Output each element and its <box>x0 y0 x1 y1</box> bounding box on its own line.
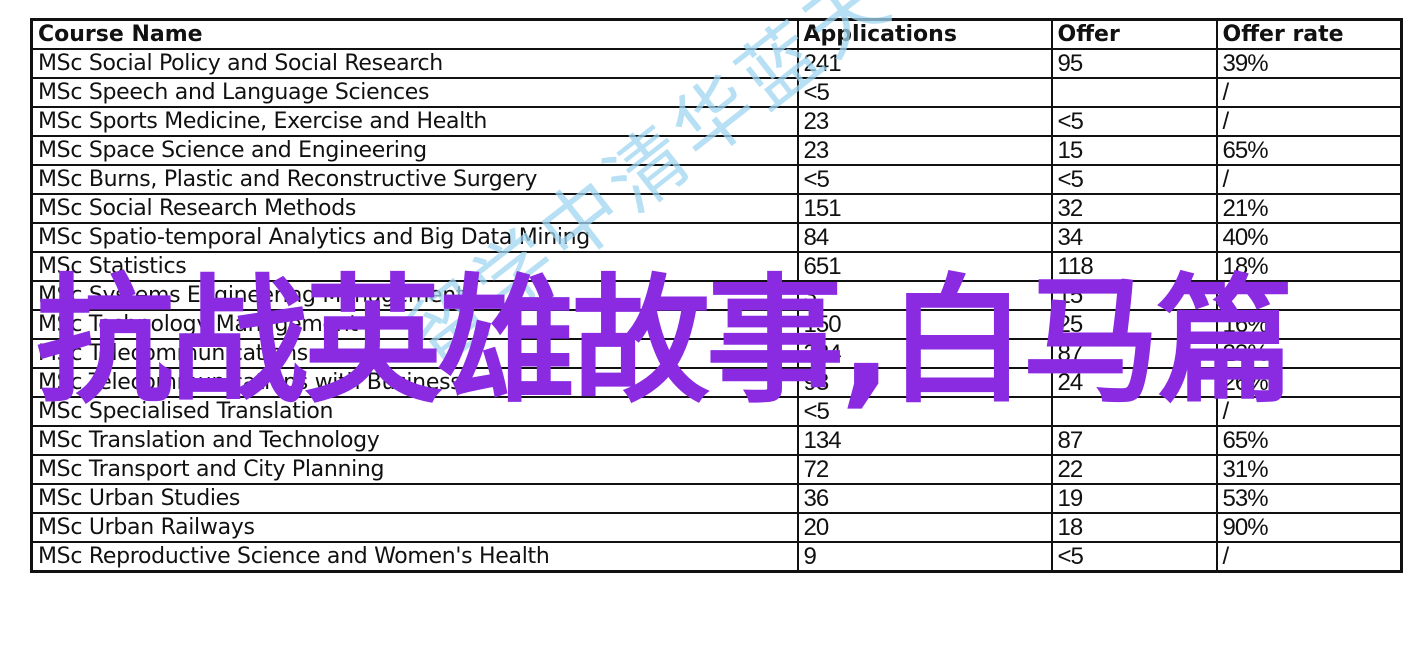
cell-course-name: MSc Speech and Language Sciences <box>30 77 799 108</box>
cell-applications: 9 <box>796 541 1053 573</box>
cell-offer-rate: 53% <box>1215 483 1403 514</box>
cell-offer: <5 <box>1050 106 1218 137</box>
cell-course-name: MSc Telecommunications <box>30 338 799 369</box>
cell-offer-rate: / <box>1215 541 1403 573</box>
table-row: MSc Technology Management 150 25 16% <box>30 309 1403 340</box>
table-row: MSc Social Research Methods 151 32 21% <box>30 193 1403 224</box>
cell-offer-rate: 16% <box>1215 309 1403 340</box>
cell-offer-rate: 31% <box>1215 454 1403 485</box>
table-row: MSc Speech and Language Sciences <5 / <box>30 77 1403 108</box>
cell-offer-rate: / <box>1215 164 1403 195</box>
cell-applications: 3 <box>796 280 1053 311</box>
cell-offer: <5 <box>1050 541 1218 573</box>
cell-offer: 18 <box>1050 512 1218 543</box>
cell-applications: 241 <box>796 48 1053 79</box>
admissions-table: Course Name Applications Offer Offer rat… <box>30 18 1403 573</box>
cell-offer-rate: 65% <box>1215 425 1403 456</box>
cell-applications: 651 <box>796 251 1053 282</box>
table-row: MSc Telecommunications 384 87 23% <box>30 338 1403 369</box>
table-row: MSc Space Science and Engineering 23 15 65% <box>30 135 1403 166</box>
cell-applications: 23 <box>796 135 1053 166</box>
cell-applications: <5 <box>796 164 1053 195</box>
cell-offer-rate: / <box>1215 106 1403 137</box>
table-row: MSc Urban Studies 36 19 53% <box>30 483 1403 514</box>
cell-course-name: MSc Urban Railways <box>30 512 799 543</box>
cell-offer: 34 <box>1050 222 1218 253</box>
table-row: MSc Translation and Technology 134 87 65% <box>30 425 1403 456</box>
table-row: MSc Transport and City Planning 72 22 31% <box>30 454 1403 485</box>
cell-offer: 19 <box>1050 483 1218 514</box>
cell-offer: 22 <box>1050 454 1218 485</box>
cell-applications: 20 <box>796 512 1053 543</box>
cell-applications: 72 <box>796 454 1053 485</box>
cell-offer: 32 <box>1050 193 1218 224</box>
table-row: MSc Specialised Translation <5 / <box>30 396 1403 427</box>
cell-course-name: MSc Reproductive Science and Women's Hea… <box>30 541 799 573</box>
table-row: MSc Telecommunications with Business 93 24… <box>30 367 1403 398</box>
cell-offer-rate: / <box>1215 77 1403 108</box>
cell-course-name: MSc Urban Studies <box>30 483 799 514</box>
cell-offer <box>1050 77 1218 108</box>
table-row: MSc Social Policy and Social Research 241… <box>30 48 1403 79</box>
cell-offer: 25 <box>1050 309 1218 340</box>
cell-offer-rate: 23% <box>1215 338 1403 369</box>
table-row: MSc Burns, Plastic and Reconstructive Su… <box>30 164 1403 195</box>
header-offer-rate: Offer rate <box>1215 18 1403 50</box>
cell-course-name: MSc Transport and City Planning <box>30 454 799 485</box>
cell-course-name: MSc Statistics <box>30 251 799 282</box>
cell-course-name: MSc Technology Management <box>30 309 799 340</box>
table-body: MSc Social Policy and Social Research 241… <box>30 48 1403 573</box>
cell-offer-rate: 39% <box>1215 48 1403 79</box>
cell-applications: <5 <box>796 77 1053 108</box>
table-row: MSc Urban Railways 20 18 90% <box>30 512 1403 543</box>
admissions-table-container: Course Name Applications Offer Offer rat… <box>30 18 1403 573</box>
cell-course-name: MSc Spatio-temporal Analytics and Big Da… <box>30 222 799 253</box>
cell-applications: 151 <box>796 193 1053 224</box>
cell-applications: 23 <box>796 106 1053 137</box>
cell-offer-rate: 26% <box>1215 367 1403 398</box>
header-course-name: Course Name <box>30 18 799 50</box>
table-header-row: Course Name Applications Offer Offer rat… <box>30 18 1403 50</box>
cell-offer: 15 <box>1050 280 1218 311</box>
cell-applications: 384 <box>796 338 1053 369</box>
cell-offer <box>1050 396 1218 427</box>
cell-offer-rate: 18% <box>1215 251 1403 282</box>
cell-offer: 24 <box>1050 367 1218 398</box>
table-row: MSc Spatio-temporal Analytics and Big Da… <box>30 222 1403 253</box>
cell-course-name: MSc Social Policy and Social Research <box>30 48 799 79</box>
cell-offer: 95 <box>1050 48 1218 79</box>
cell-course-name: MSc Social Research Methods <box>30 193 799 224</box>
cell-offer: 87 <box>1050 338 1218 369</box>
cell-applications: 36 <box>796 483 1053 514</box>
cell-offer-rate: 40% <box>1215 222 1403 253</box>
table-row: MSc Sports Medicine, Exercise and Health… <box>30 106 1403 137</box>
cell-offer: 118 <box>1050 251 1218 282</box>
cell-applications: 134 <box>796 425 1053 456</box>
cell-course-name: MSc Specialised Translation <box>30 396 799 427</box>
cell-applications: 93 <box>796 367 1053 398</box>
cell-offer: 87 <box>1050 425 1218 456</box>
cell-offer: <5 <box>1050 164 1218 195</box>
cell-offer-rate: 65% <box>1215 135 1403 166</box>
cell-course-name: MSc Burns, Plastic and Reconstructive Su… <box>30 164 799 195</box>
table-row: MSc Reproductive Science and Women's Hea… <box>30 541 1403 573</box>
cell-offer: 15 <box>1050 135 1218 166</box>
header-offer: Offer <box>1050 18 1218 50</box>
cell-course-name: MSc Sports Medicine, Exercise and Health <box>30 106 799 137</box>
cell-offer-rate: / <box>1215 396 1403 427</box>
header-applications: Applications <box>796 18 1053 50</box>
cell-applications: 150 <box>796 309 1053 340</box>
table-row: MSc Systems Engineering Management 3 15 <box>30 280 1403 311</box>
cell-course-name: MSc Space Science and Engineering <box>30 135 799 166</box>
cell-offer-rate: 21% <box>1215 193 1403 224</box>
cell-course-name: MSc Translation and Technology <box>30 425 799 456</box>
cell-course-name: MSc Telecommunications with Business <box>30 367 799 398</box>
cell-applications: 84 <box>796 222 1053 253</box>
table-row: MSc Statistics 651 118 18% <box>30 251 1403 282</box>
cell-applications: <5 <box>796 396 1053 427</box>
cell-offer-rate: 90% <box>1215 512 1403 543</box>
cell-course-name: MSc Systems Engineering Management <box>30 280 799 311</box>
cell-offer-rate <box>1215 280 1403 311</box>
